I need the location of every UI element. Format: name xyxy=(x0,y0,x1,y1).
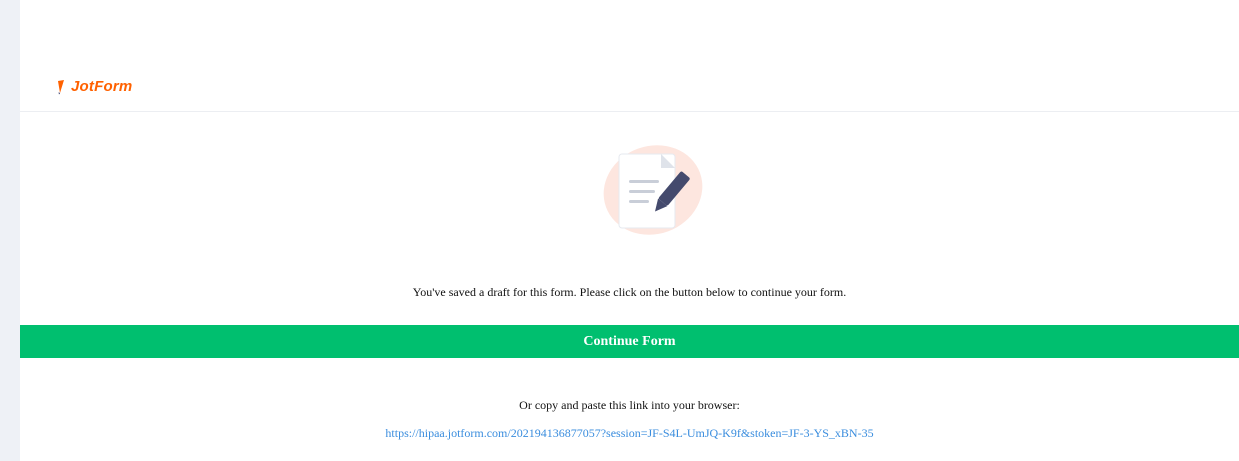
left-rail xyxy=(0,0,20,461)
continue-form-button[interactable]: Continue Form xyxy=(20,325,1239,358)
draft-saved-message: You've saved a draft for this form. Plea… xyxy=(412,285,847,299)
jotform-logo[interactable]: JotForm xyxy=(55,78,132,95)
draft-link[interactable]: https://hipaa.jotform.com/20219413687705… xyxy=(385,426,873,440)
header: JotForm xyxy=(20,0,1239,112)
email-card: JotForm You've saved a draft for this fo… xyxy=(20,0,1239,461)
jotform-pencil-icon xyxy=(58,79,64,94)
document-edit-icon xyxy=(603,145,703,235)
copy-link-instruction: Or copy and paste this link into your br… xyxy=(519,398,740,412)
logo-text: JotForm xyxy=(71,78,133,95)
draft-link-container: https://hipaa.jotform.com/20219413687705… xyxy=(20,426,1239,441)
